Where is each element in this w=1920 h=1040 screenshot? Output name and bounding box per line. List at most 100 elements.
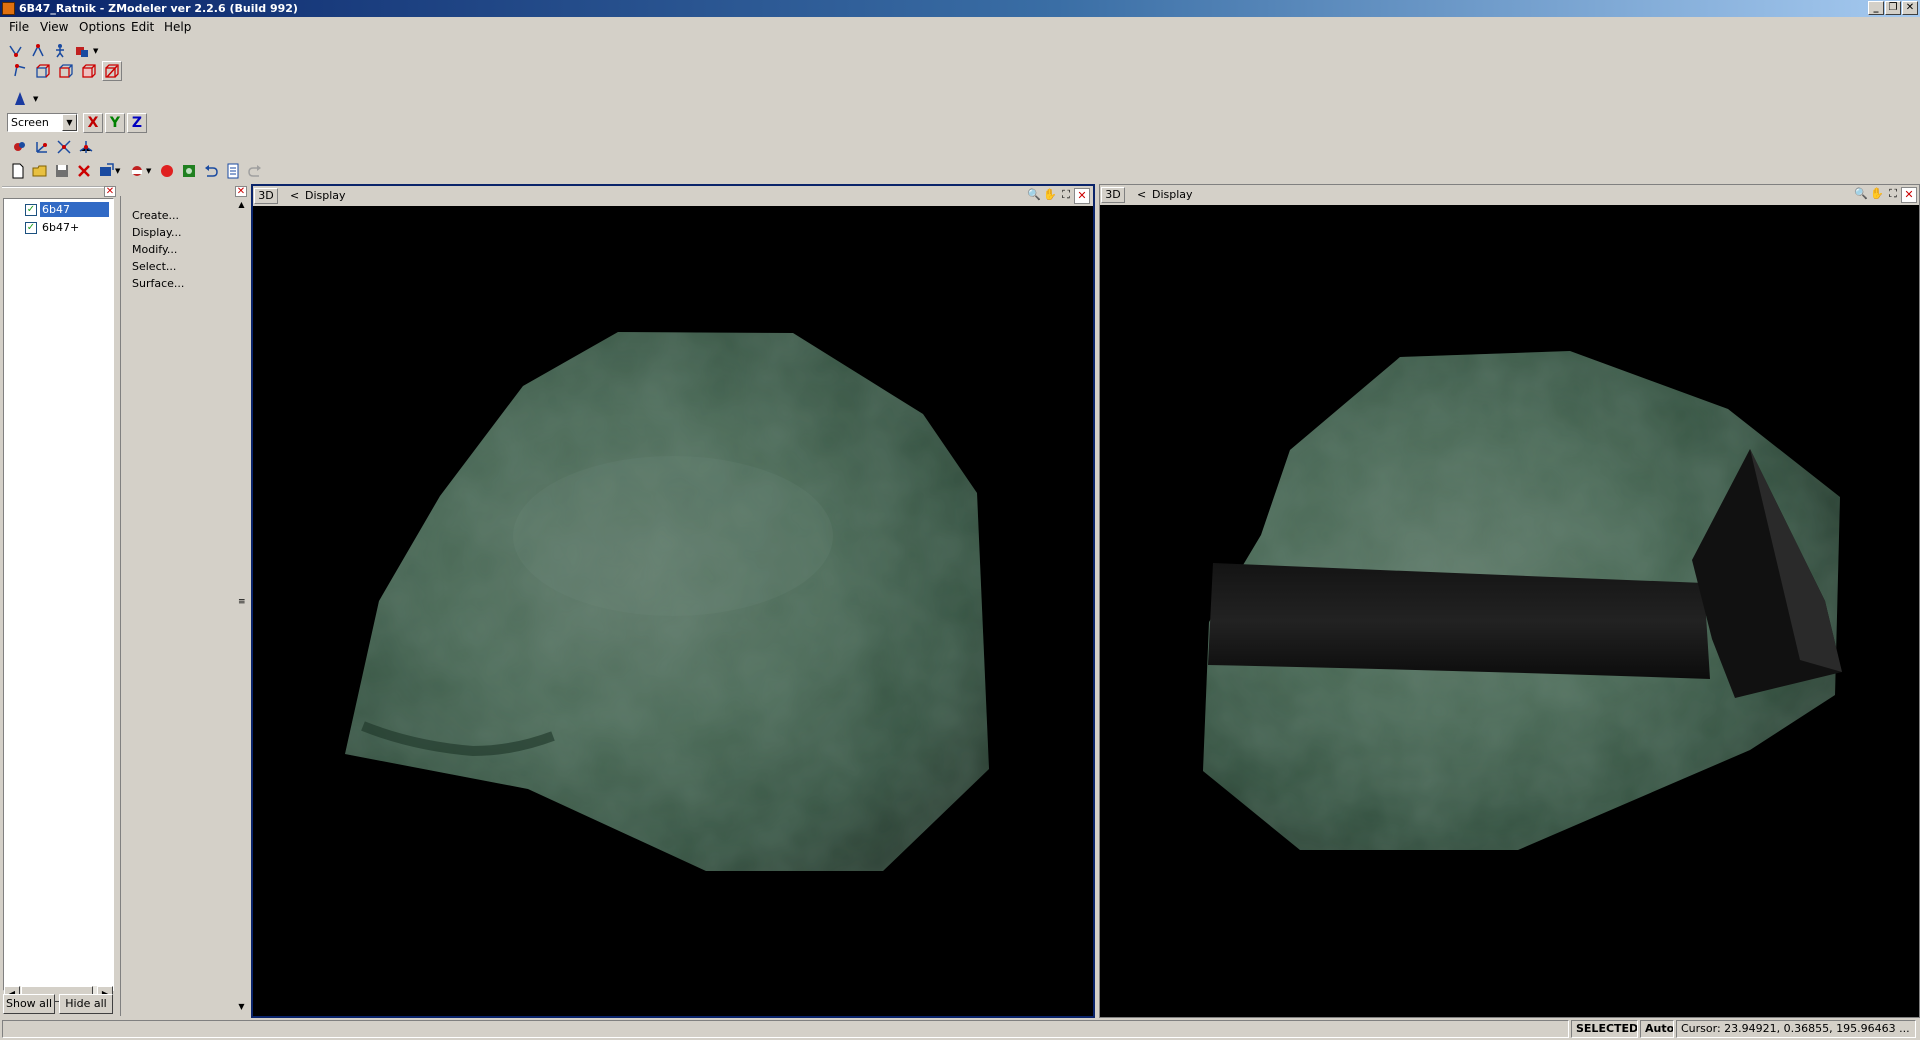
material-editor-icon[interactable] [179, 161, 199, 181]
viewport-mode-button[interactable]: 3D [254, 188, 278, 204]
command-display[interactable]: Display... [132, 226, 181, 239]
tree-item-6b47[interactable]: ✓ 6b47 [21, 202, 113, 218]
hide-all-button[interactable]: Hide all [59, 994, 113, 1014]
menu-view[interactable]: View [40, 20, 68, 34]
chevron-down-icon[interactable]: ▼ [93, 47, 100, 55]
chevron-down-icon[interactable]: ▼ [33, 95, 40, 103]
maximize-icon[interactable]: ⛶ [1058, 188, 1074, 204]
new-file-icon[interactable] [8, 161, 28, 181]
tree-item-6b47-plus[interactable]: ✓ 6b47+ [21, 220, 113, 236]
viewport-header: 3D < Display 🔍 ✋ ⛶ ✕ [1100, 185, 1919, 205]
checkbox-icon[interactable]: ✓ [25, 204, 37, 216]
status-cursor: Cursor: 23.94921, 0.36855, 195.96463 ... [1676, 1020, 1916, 1038]
close-icon[interactable]: ✕ [104, 186, 116, 197]
menu-bar: File View Options Edit Help [0, 17, 1920, 37]
close-icon[interactable]: ✕ [235, 186, 247, 197]
menu-help[interactable]: Help [164, 20, 191, 34]
select-group-icon[interactable] [72, 41, 92, 61]
menu-options[interactable]: Options [79, 20, 125, 34]
restore-button[interactable]: ❐ [1885, 1, 1901, 15]
chevron-down-icon[interactable]: ▼ [115, 167, 122, 175]
scroll-up-icon[interactable]: ▲ [235, 198, 248, 211]
command-panel: Create... Display... Modify... Select...… [120, 186, 250, 1017]
minimize-button[interactable]: _ [1868, 1, 1884, 15]
lasso-select-icon[interactable] [10, 137, 30, 157]
viewport-mode-button[interactable]: 3D [1101, 187, 1125, 203]
zoom-icon[interactable]: 🔍 [1853, 187, 1869, 203]
command-list: Create... Display... Modify... Select...… [120, 196, 236, 1016]
pan-icon[interactable]: ✋ [1042, 188, 1058, 204]
record-icon[interactable] [157, 161, 177, 181]
app-icon [2, 2, 15, 15]
helmet-render-front [345, 332, 989, 871]
chevron-down-icon[interactable]: ▼ [62, 114, 77, 131]
viewport-controls: 🔍 ✋ ⛶ ✕ [1026, 188, 1092, 204]
zoom-icon[interactable]: 🔍 [1026, 188, 1042, 204]
edge-mode-icon[interactable] [33, 61, 53, 81]
viewport-header: 3D < Display 🔍 ✋ ⛶ ✕ [253, 186, 1093, 206]
scale-axis-icon[interactable] [76, 137, 96, 157]
helmet-render-side [1203, 351, 1842, 850]
close-icon[interactable]: ✕ [1074, 188, 1090, 204]
status-bar: SELECTED MODE Auto Cursor: 23.94921, 0.3… [0, 1018, 1920, 1040]
command-modify[interactable]: Modify... [132, 243, 177, 256]
show-all-button[interactable]: Show all [3, 994, 55, 1014]
tree-item-label: 6b47 [40, 202, 109, 217]
viewport-canvas[interactable] [253, 206, 1093, 1016]
view-mode-select[interactable]: Screen ▼ [7, 113, 78, 132]
axis-x-toggle[interactable]: X [83, 113, 103, 133]
status-message [2, 1020, 1569, 1038]
chevron-down-icon[interactable]: ▼ [146, 167, 153, 175]
face-mode-icon[interactable] [56, 61, 76, 81]
title-bar: 6B47_Ratnik - ZModeler ver 2.2.6 (Build … [0, 0, 1920, 17]
no-select-mode-icon[interactable] [102, 61, 122, 81]
checkbox-icon[interactable]: ✓ [25, 222, 37, 234]
export-icon[interactable] [127, 161, 147, 181]
window-title: 6B47_Ratnik - ZModeler ver 2.2.6 (Build … [19, 2, 298, 15]
scroll-down-icon[interactable]: ▼ [235, 1000, 248, 1013]
axis-z-toggle[interactable]: Z [127, 113, 147, 133]
object-mode-icon[interactable] [79, 61, 99, 81]
vertex-mode-icon[interactable] [10, 61, 30, 81]
save-icon[interactable] [52, 161, 72, 181]
viewport-display-label[interactable]: Display [305, 189, 346, 202]
pan-icon[interactable]: ✋ [1869, 187, 1885, 203]
move-axis-icon[interactable] [32, 137, 52, 157]
close-icon[interactable]: ✕ [1901, 187, 1917, 203]
cone-icon[interactable] [10, 89, 30, 109]
close-button[interactable]: ✕ [1902, 1, 1918, 15]
command-create[interactable]: Create... [132, 209, 179, 222]
viewport-display-label[interactable]: Display [1152, 188, 1193, 201]
menu-file[interactable]: File [9, 20, 29, 34]
properties-icon[interactable] [223, 161, 243, 181]
select-edges-icon[interactable] [28, 41, 48, 61]
command-surface[interactable]: Surface... [132, 277, 184, 290]
tree-item-label: 6b47+ [42, 221, 80, 234]
viewport-left[interactable]: 3D < Display 🔍 ✋ ⛶ ✕ [251, 184, 1095, 1018]
splitter-icon[interactable]: ≡ [238, 598, 246, 608]
maximize-icon[interactable]: ⛶ [1885, 187, 1901, 203]
rotate-axis-icon[interactable] [54, 137, 74, 157]
chevron-left-icon[interactable]: < [1137, 188, 1146, 201]
objects-panel: ✕ ✓ 6b47 ✓ 6b47+ ◀ ▶ Show all Hide all [0, 186, 118, 1017]
command-scrollbar[interactable]: ▲ ≡ ▼ [235, 198, 248, 1015]
viewport-canvas[interactable] [1100, 205, 1919, 1017]
select-figure-icon[interactable] [50, 41, 70, 61]
select-vertices-icon[interactable] [6, 41, 26, 61]
status-snap: Auto [1640, 1020, 1674, 1038]
import-icon[interactable] [96, 161, 116, 181]
delete-icon[interactable] [74, 161, 94, 181]
viewport-controls: 🔍 ✋ ⛶ ✕ [1853, 187, 1919, 203]
panel-grip[interactable] [2, 186, 116, 194]
chevron-left-icon[interactable]: < [290, 189, 299, 202]
viewport-right[interactable]: 3D < Display 🔍 ✋ ⛶ ✕ [1099, 184, 1920, 1018]
object-tree[interactable]: ✓ 6b47 ✓ 6b47+ ◀ ▶ [3, 198, 114, 1002]
redo-icon[interactable] [245, 161, 265, 181]
command-select[interactable]: Select... [132, 260, 176, 273]
undo-icon[interactable] [201, 161, 221, 181]
status-mode: SELECTED MODE [1571, 1020, 1638, 1038]
menu-edit[interactable]: Edit [131, 20, 154, 34]
view-mode-value: Screen [11, 116, 49, 129]
axis-y-toggle[interactable]: Y [105, 113, 125, 133]
open-folder-icon[interactable] [30, 161, 50, 181]
